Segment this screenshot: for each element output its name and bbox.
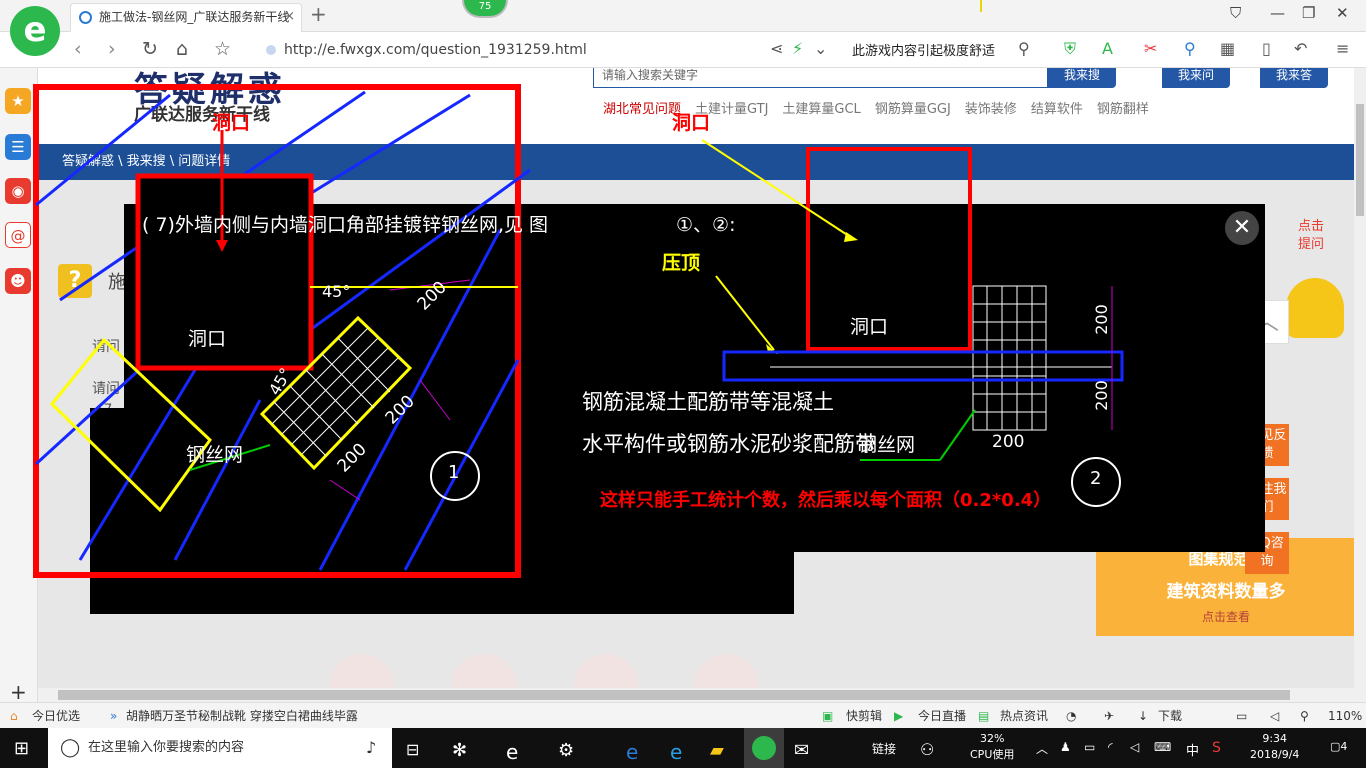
note-red: 这样只能手工统计个数，然后乘以每个面积（0.2*0.4） (600, 490, 1052, 511)
yellow-arrow-2 (715, 275, 775, 351)
zoom-level[interactable]: 110% (1328, 703, 1362, 729)
taskbar-link[interactable]: 链接 (872, 740, 896, 757)
fan-app-icon[interactable]: ✻ (452, 740, 467, 761)
news-icon: ▤ (978, 709, 990, 723)
live-link[interactable]: 今日直播 (918, 703, 966, 729)
clip-icon: ▣ (822, 709, 834, 723)
microphone-icon[interactable]: ♪ (366, 728, 376, 768)
today-picks-link[interactable]: 今日优选 (32, 703, 80, 729)
dim-right-200-c: 200 (992, 432, 1025, 452)
cpu-meter[interactable]: 32% CPU使用 (970, 731, 1014, 763)
viewer-heading-refs: ①、②: (676, 214, 736, 236)
edge-browser-icon[interactable]: e (506, 740, 518, 764)
label-opening-left: 洞口 (188, 328, 227, 350)
file-explorer-icon[interactable]: ▰ (710, 740, 724, 761)
wall-mesh-grid (972, 285, 1047, 431)
people-icon[interactable]: ⚇ (920, 740, 934, 759)
quick-clip-link[interactable]: 快剪辑 (846, 703, 882, 729)
cortana-icon: ◯ (60, 737, 81, 758)
clock[interactable]: 9:34 2018/9/4 (1250, 731, 1299, 763)
text-line-2: 水平构件或钢筋水泥砂浆配筋带 (582, 432, 876, 456)
ie-icon[interactable]: e (626, 740, 638, 764)
taskbar-search-input[interactable]: ◯ 在这里输入你要搜索的内容 ♪ (48, 728, 392, 768)
annotation-opening-right: 洞口 (672, 112, 711, 134)
keyboard-icon[interactable]: ⌨ (1154, 740, 1171, 754)
ime-indicator[interactable]: 中 (1186, 740, 1199, 759)
news-ticker-link[interactable]: 胡静晒万圣节秘制战靴 穿搂空白裙曲线毕露 (126, 703, 358, 729)
angle-label-1: 45° (322, 282, 351, 301)
notification-count: 4 (1340, 740, 1348, 753)
cpu-percent: 32% (979, 732, 1005, 745)
battery-icon[interactable]: ▭ (1084, 740, 1095, 754)
dim-right-200-b: 200 (1091, 380, 1111, 411)
task-view-icon[interactable]: ⊟ (406, 740, 419, 759)
tray-expand-icon[interactable]: ︿ (1036, 740, 1048, 757)
taskbar-active-app[interactable] (744, 728, 784, 768)
action-center-button[interactable]: ▢4 (1330, 740, 1347, 753)
chevron-right-icon: » (110, 709, 118, 723)
speed-icon[interactable]: ◔ (1066, 703, 1076, 729)
label-mesh-right: 钢丝网 (858, 434, 916, 456)
viewer-close-button[interactable]: ✕ (1225, 211, 1259, 245)
dim-right-200-a: 200 (1091, 304, 1111, 335)
text-line-1: 钢筋混凝土配筋带等混凝土 (582, 390, 834, 414)
wifi-icon[interactable]: ◜ (1108, 740, 1113, 754)
viewer-heading: ( 7)外墙内侧与内墙洞口角部挂镀锌钢丝网,见 图 (142, 214, 549, 236)
settings-app-icon[interactable]: ⚙ (558, 740, 574, 761)
volume-icon[interactable]: ◁ (1130, 740, 1139, 754)
download-icon: ↓ (1138, 709, 1149, 723)
coping-box (722, 350, 1124, 382)
ie-alt-icon[interactable]: e (670, 740, 682, 764)
pin-icon[interactable]: ✈ (1104, 703, 1114, 729)
live-icon: ▶ (894, 709, 904, 723)
label-mesh-left: 钢丝网 (186, 444, 244, 466)
mute-icon[interactable]: ◁ (1270, 703, 1279, 729)
vertical-scroll-thumb[interactable] (1356, 104, 1364, 216)
gift-icon[interactable]: ⌂ (10, 703, 18, 729)
annotation-opening-left: 洞口 (212, 112, 251, 134)
clock-time: 9:34 (1262, 732, 1288, 745)
window-icon[interactable]: ▭ (1236, 703, 1247, 729)
browser-taskbar-icon (752, 736, 776, 760)
taskbar-search-placeholder: 在这里输入你要搜索的内容 (88, 740, 245, 755)
label-opening-right: 洞口 (850, 316, 889, 338)
clock-date: 2018/9/4 (1250, 748, 1300, 761)
download-link[interactable]: 下载 (1158, 703, 1182, 729)
hot-news-link[interactable]: 热点资讯 (1000, 703, 1048, 729)
status-bar: ⌂ 今日优选 » 胡静晒万圣节秘制战靴 穿搂空白裙曲线毕露 ▣ 快剪辑 ▶ 今日… (0, 702, 1366, 728)
mail-app-icon[interactable]: ✉ (794, 740, 809, 761)
windows-start-icon[interactable]: ⊞ (14, 738, 29, 759)
opening-box-right (806, 147, 972, 351)
horizontal-scroll-thumb[interactable] (58, 690, 1290, 700)
annotation-coping: 压顶 (662, 252, 701, 274)
zoom-icon[interactable]: ⚲ (1300, 703, 1309, 729)
circle-number-1: 1 (448, 462, 460, 483)
circle-number-2: 2 (1090, 468, 1102, 489)
sogou-icon[interactable]: S (1212, 740, 1221, 756)
notification-bell-icon[interactable]: ♟ (1060, 740, 1071, 754)
browser-logo-icon[interactable]: e (10, 6, 60, 56)
cpu-label: CPU使用 (970, 748, 1015, 761)
